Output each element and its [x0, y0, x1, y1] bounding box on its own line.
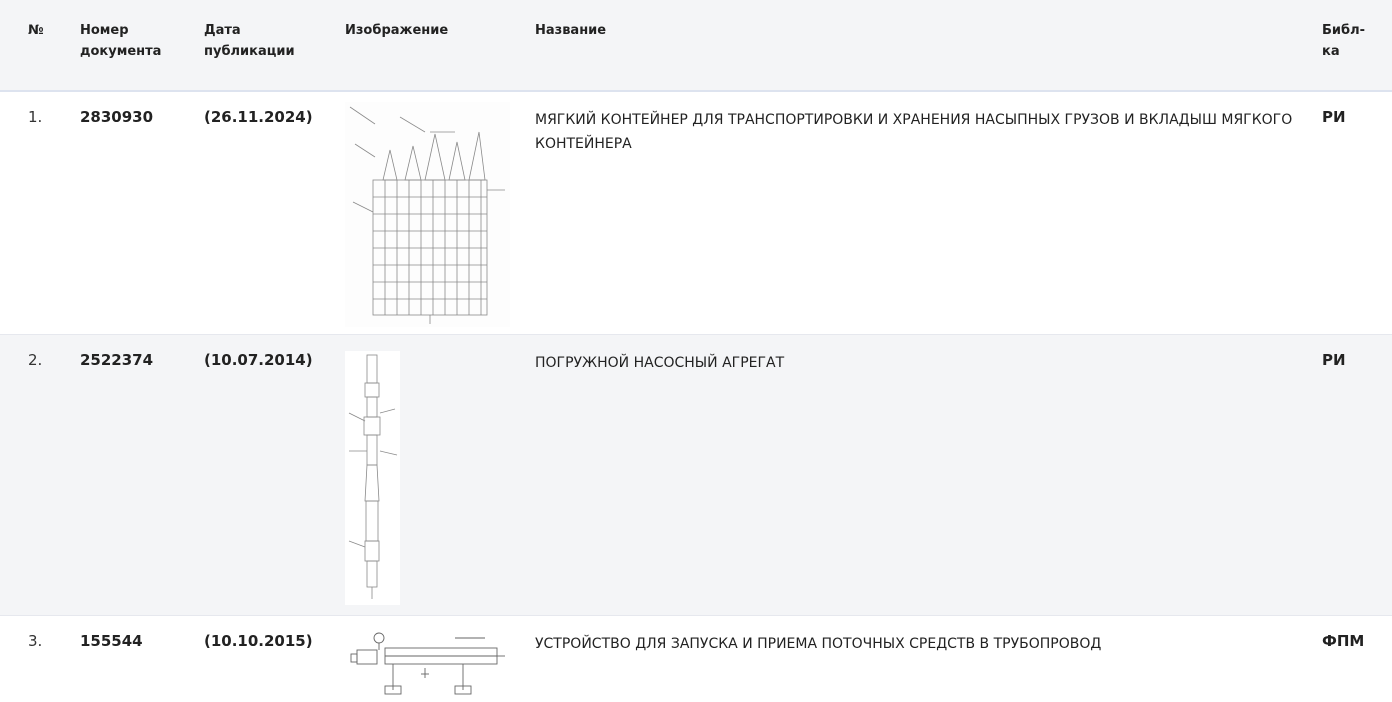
table-header: № Номер документа Дата публикации Изобра…	[0, 0, 1392, 92]
publication-date: (26.11.2024)	[204, 108, 313, 126]
table-row[interactable]: 2. 2522374 (10.07.2014) ПОГРУЖНОЙ НАСОСН…	[0, 335, 1392, 616]
header-publication-date[interactable]: Дата публикации	[204, 20, 295, 62]
patent-title-link[interactable]: УСТРОЙСТВО ДЛЯ ЗАПУСКА И ПРИЕМА ПОТОЧНЫХ…	[535, 632, 1295, 656]
document-number-link[interactable]: 2830930	[80, 108, 153, 126]
header-num: №	[28, 23, 44, 38]
publication-date: (10.07.2014)	[204, 351, 313, 369]
row-number: 1.	[28, 108, 43, 126]
patent-drawing-thumbnail[interactable]	[345, 351, 400, 605]
row-number: 2.	[28, 351, 43, 369]
library-badge: РИ	[1322, 108, 1346, 126]
library-badge: РИ	[1322, 351, 1346, 369]
table-row[interactable]: 1. 2830930 (26.11.2024) МЯГКИЙ КОНТЕЙНЕР…	[0, 92, 1392, 335]
patent-title-link[interactable]: МЯГКИЙ КОНТЕЙНЕР ДЛЯ ТРАНСПОРТИРОВКИ И Х…	[535, 108, 1295, 156]
table-row[interactable]: 3. 155544 (10.10.2015) УСТРОЙСТВО ДЛЯ ЗА…	[0, 616, 1392, 702]
row-number: 3.	[28, 632, 43, 650]
header-title[interactable]: Название	[535, 20, 606, 41]
patent-drawing-thumbnail[interactable]	[345, 102, 510, 327]
document-number-link[interactable]: 2522374	[80, 351, 153, 369]
library-badge: ФПМ	[1322, 632, 1365, 650]
patent-title-link[interactable]: ПОГРУЖНОЙ НАСОСНЫЙ АГРЕГАТ	[535, 351, 1295, 375]
header-library[interactable]: Библ- ка	[1322, 20, 1365, 62]
results-table: № Номер документа Дата публикации Изобра…	[0, 0, 1392, 702]
header-image: Изображение	[345, 23, 449, 38]
document-number-link[interactable]: 155544	[80, 632, 143, 650]
publication-date: (10.10.2015)	[204, 632, 313, 650]
patent-drawing-thumbnail[interactable]	[345, 628, 510, 700]
header-doc-number[interactable]: Номер документа	[80, 20, 161, 62]
